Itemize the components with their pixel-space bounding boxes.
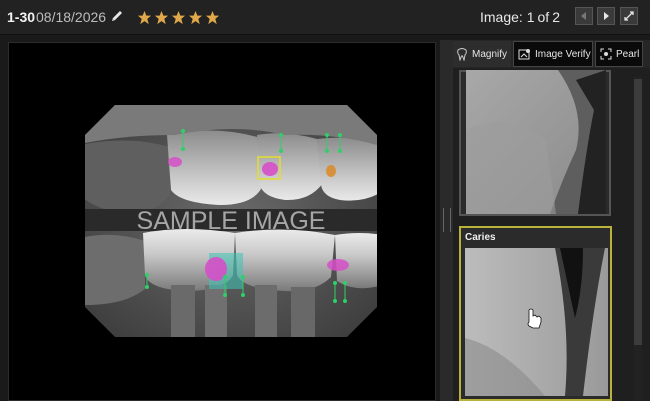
tab-image-verify-label: Image Verify <box>535 48 591 60</box>
xray-viewer[interactable]: SAMPLE IMAGE <box>8 42 436 401</box>
dental-xray-image[interactable]: SAMPLE IMAGE <box>85 105 377 337</box>
record-id: 1-30 <box>7 9 36 25</box>
watermark-text: SAMPLE IMAGE <box>137 207 326 235</box>
orange-marker[interactable] <box>326 165 336 177</box>
panel-scrollbar[interactable] <box>634 77 642 401</box>
star-icon[interactable] <box>205 10 220 25</box>
image-total: 2 <box>552 9 560 25</box>
fullscreen-button[interactable] <box>620 7 638 25</box>
zoomed-xray-crop[interactable] <box>465 248 608 396</box>
tab-pearl-label: Pearl <box>616 48 640 60</box>
finding-card[interactable] <box>459 70 611 216</box>
rating-stars[interactable] <box>137 10 220 26</box>
prev-image-button[interactable] <box>575 7 593 25</box>
panel-splitter[interactable] <box>440 40 453 401</box>
tooth-icon <box>457 47 467 61</box>
caries-marker[interactable] <box>327 259 349 271</box>
caries-marker[interactable] <box>262 162 278 176</box>
tab-pearl[interactable]: Pearl <box>595 41 643 67</box>
pearl-icon <box>600 48 612 60</box>
image-counter: Image: 1 of 2 <box>480 9 560 25</box>
panel-tabs: Magnify Image Verify Pearl <box>453 40 650 68</box>
detail-panel: Magnify Image Verify Pearl Caries <box>453 40 650 401</box>
finding-title: Caries <box>465 232 496 243</box>
chevron-right-icon <box>604 12 609 20</box>
header-bar: 1-30 08/18/2026 Image: 1 of 2 <box>0 0 650 35</box>
tab-magnify[interactable]: Magnify <box>453 41 511 67</box>
image-counter-label: Image: <box>480 9 523 25</box>
image-of: of <box>537 9 550 25</box>
star-icon[interactable] <box>171 10 186 25</box>
next-image-button[interactable] <box>597 7 615 25</box>
edit-pencil-icon[interactable] <box>110 9 124 23</box>
star-icon[interactable] <box>188 10 203 25</box>
chevron-left-icon <box>581 12 586 20</box>
expand-icon <box>624 11 634 21</box>
caries-marker[interactable] <box>168 157 182 167</box>
finding-card-caries[interactable]: Caries <box>459 226 612 401</box>
scrollbar-thumb[interactable] <box>634 79 642 345</box>
image-current: 1 <box>526 9 535 25</box>
star-icon[interactable] <box>137 10 152 25</box>
splitter-grip-icon[interactable] <box>443 208 451 232</box>
zoomed-xray-crop[interactable] <box>466 70 606 214</box>
tab-magnify-label: Magnify <box>472 48 508 60</box>
record-date: 08/18/2026 <box>36 9 107 25</box>
star-icon[interactable] <box>154 10 169 25</box>
image-verify-icon <box>518 48 530 59</box>
tab-image-verify[interactable]: Image Verify <box>513 41 593 67</box>
